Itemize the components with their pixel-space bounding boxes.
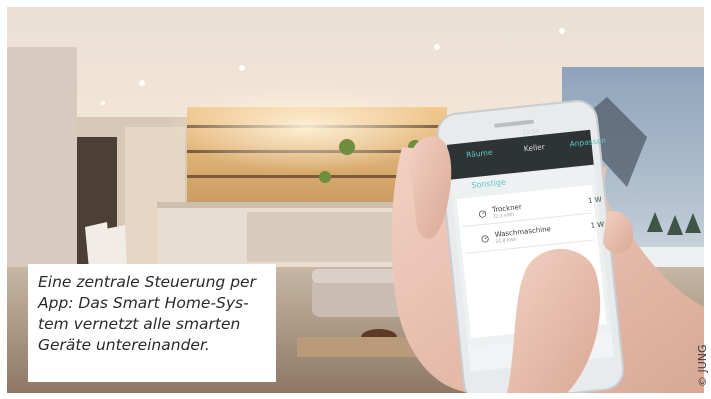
device-name: Waschmaschine [494,225,552,239]
device-power: 1 W [590,220,605,230]
caption-line: tem vernetzt alle smarten [38,315,241,333]
device-energy: 12,1 kWh [492,212,515,221]
plug-gauge-icon [478,210,487,218]
edit-button[interactable]: Anpassen [569,136,606,149]
device-power: 1 W [587,195,603,205]
screen-title: Keller [523,142,546,154]
caption-line: App: Das Smart Home-Sys- [38,294,249,312]
photo-credit: © JUNG [696,344,709,387]
caption-line: Eine zentrale Steuerung per [38,273,256,291]
plug-gauge-icon [481,235,489,243]
device-energy: 10,8 kWh [495,237,518,245]
phone-screen: 11:54 Räume Keller Anpassen Sonstige Tro… [460,119,627,361]
section-title: Sonstige [470,177,507,191]
device-name: Trockner [491,202,523,215]
back-to-rooms-button[interactable]: Räume [466,148,493,160]
photo-caption: Eine zentrale Steuerung per App: Das Sma… [28,264,276,382]
caption-line: Geräte untereinander. [38,336,210,354]
device-row-washing-machine[interactable]: Waschmaschine 10,8 kWh 1 W [480,219,607,250]
